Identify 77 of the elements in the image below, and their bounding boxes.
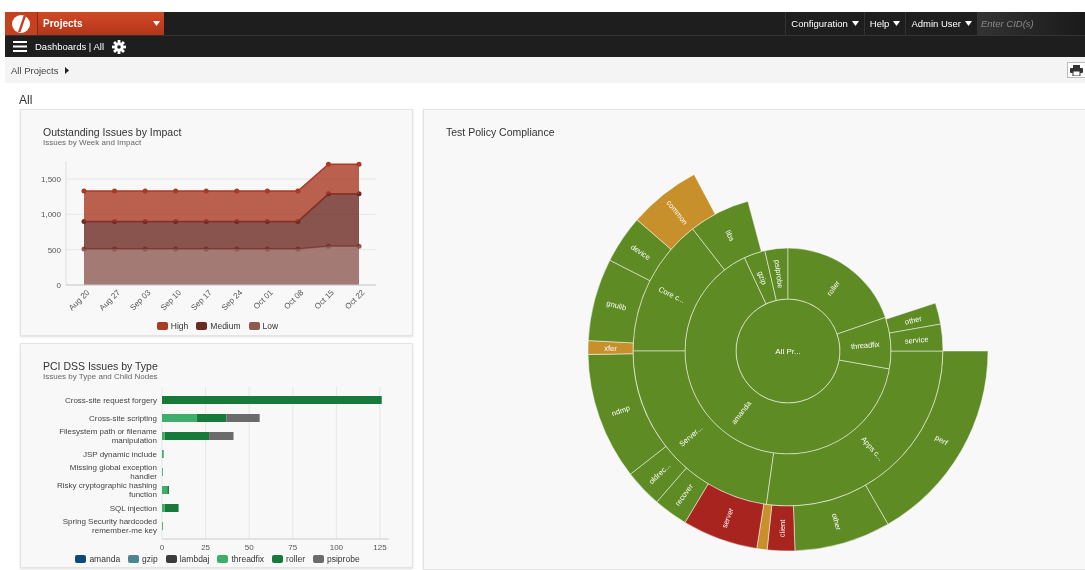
legend-label: roller [286,554,305,564]
dashboard-title: Dashboards | All [35,41,104,52]
caret-icon [965,21,972,26]
data-point [295,188,301,194]
breadcrumb-link[interactable]: All Projects [11,64,59,76]
settings-icon[interactable] [112,39,126,54]
data-point [356,161,362,167]
sunburst-segment[interactable] [793,485,889,552]
axis-tick-label: 100 [329,543,344,552]
category-label: Risky cryptographic hashing function [55,481,157,499]
category-label: Filesystem path or filename manipulation [58,427,157,445]
axis-tick-label: Sep 03 [128,288,153,313]
axis-tick-label: Oct 08 [282,288,306,312]
axis-tick-label: Oct 01 [251,288,275,312]
data-point [325,161,331,167]
axis-tick-label: Aug 20 [67,288,92,313]
sunburst-segment[interactable] [756,503,773,551]
sunburst-segment[interactable] [889,323,944,352]
sunburst-segment[interactable] [885,302,941,334]
legend-label: amanda [89,554,121,564]
axis-tick-label: 75 [288,543,298,552]
axis-tick-label: 500 [47,245,61,255]
category-label: Cross-site request forgery [63,394,157,407]
segment-label: All Pr... [775,347,801,356]
axis-tick-label: Oct 15 [312,288,336,312]
caret-icon [851,21,859,26]
nav-menu[interactable]: Configuration [785,12,864,35]
legend-label: threadfix [231,554,265,564]
panel-title: PCI DSS Issues by Type [43,360,159,372]
data-point [112,188,118,194]
legend-label: Low [262,321,279,331]
sunburst-segment[interactable] [764,247,789,301]
legend-label: Medium [210,321,241,331]
cid-input-field[interactable]: Enter CID(s) [977,12,1085,35]
data-point [81,188,87,194]
menu-icon[interactable] [13,41,27,52]
axis-tick-label: 0 [56,281,61,290]
caret-right-icon[interactable] [64,66,69,74]
print-button[interactable] [1067,62,1085,78]
category-label: SQL injection [108,502,157,515]
axis-tick-label: Sep 17 [189,288,214,313]
legend-label: lambdaj [179,554,210,564]
data-point [203,188,209,194]
sunburst-segment[interactable] [588,259,651,344]
sunburst-segment[interactable] [692,201,762,271]
axis-tick-label: Sep 24 [219,288,245,313]
category-label: Spring Security hardcoded remember-me key [61,517,157,535]
axis-tick-label: Sep 10 [158,288,184,313]
page-title: All [18,92,34,109]
legend-label: High [170,321,189,331]
data-point [234,188,240,194]
caret-icon [893,21,901,26]
category-label: Cross-site scripting [88,412,157,425]
data-point [264,188,270,194]
data-point [173,188,179,194]
axis-tick-label: 125 [373,543,387,552]
axis-tick-label: Aug 27 [97,288,122,313]
legend-label: psiprobe [327,554,360,564]
axis-tick-label: 0 [159,543,165,552]
axis-tick-label: 50 [244,543,254,552]
nav-menu[interactable]: Help [863,12,906,35]
axis-tick-label: 25 [201,543,211,552]
logo-icon[interactable] [11,13,31,34]
axis-tick-label: 1,500 [40,175,61,184]
panel-subtitle: Issues by Week and Impact [43,138,143,147]
project-dropdown[interactable]: Projects [38,12,164,35]
axis-tick-label: Oct 22 [343,288,367,312]
printer-icon [1070,64,1083,76]
caret-icon [153,21,160,26]
axis-tick-label: 1,000 [40,210,61,220]
data-point [142,188,148,194]
category-label: JSP dynamic include [81,448,157,461]
category-label: Missing global exception handler [68,463,157,481]
panel-subtitle: Issues by Type and Child Nodes [43,372,159,381]
panel-title: Outstanding Issues by Impact [43,126,183,138]
legend-label: gzip [142,554,158,564]
panel-title: Test Policy Compliance [446,126,556,138]
